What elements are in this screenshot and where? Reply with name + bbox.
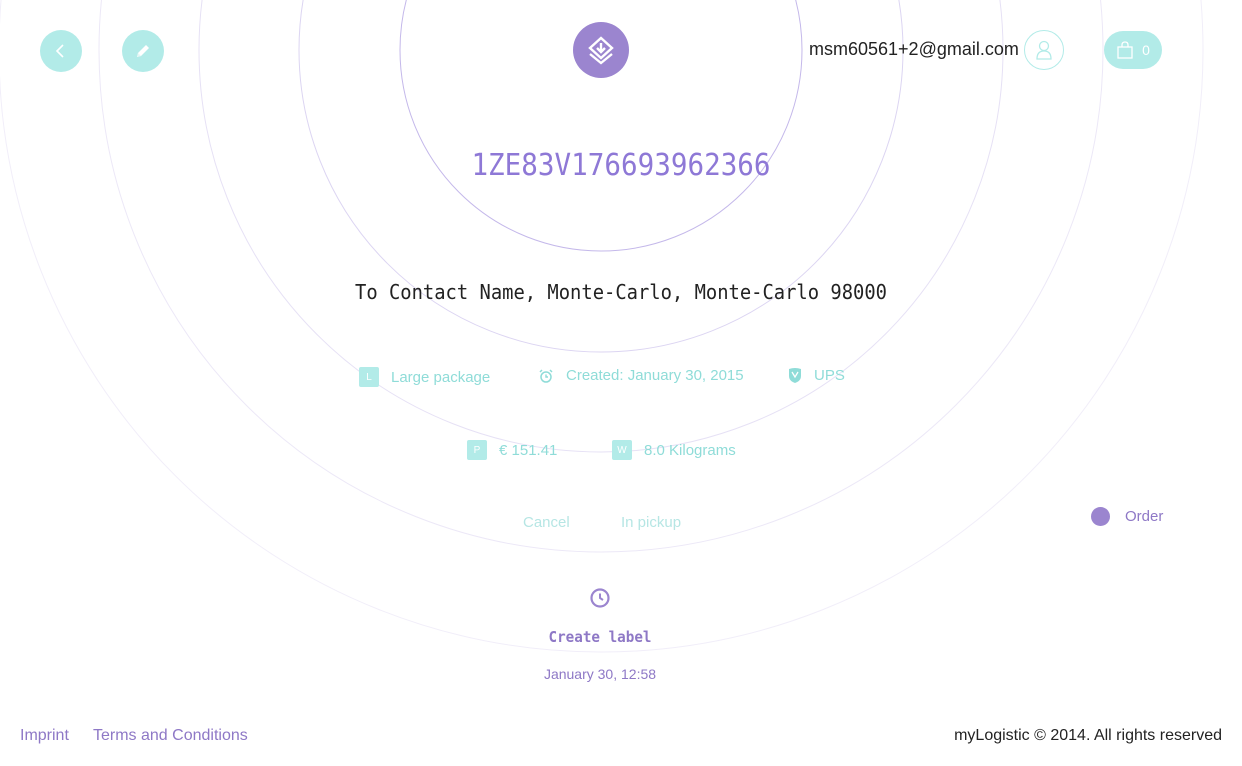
weight-label: 8.0 Kilograms bbox=[644, 441, 736, 459]
cart-count: 0 bbox=[1142, 42, 1150, 58]
shopping-bag-icon bbox=[1117, 41, 1133, 59]
timeline-event-title: Create label bbox=[548, 628, 652, 646]
edit-button[interactable] bbox=[122, 30, 164, 72]
layers-download-icon bbox=[588, 36, 614, 65]
user-email[interactable]: msm60561+2@gmail.com bbox=[809, 39, 1019, 60]
app-logo[interactable] bbox=[573, 22, 629, 78]
price-label: € 151.41 bbox=[499, 441, 558, 459]
alarm-clock-icon bbox=[539, 368, 553, 383]
pencil-icon bbox=[137, 45, 149, 57]
cart-button[interactable]: 0 bbox=[1104, 31, 1162, 69]
in-pickup-button[interactable]: In pickup bbox=[621, 514, 681, 531]
clock-icon bbox=[590, 588, 610, 608]
status-legend: Order bbox=[1091, 507, 1163, 526]
package-type-label: Large package bbox=[391, 368, 491, 386]
carrier-label: UPS bbox=[814, 367, 845, 384]
order-dot-icon bbox=[1091, 507, 1110, 526]
footer-imprint-link[interactable]: Imprint bbox=[20, 727, 69, 745]
tracking-number: 1ZE83V176693962366 bbox=[471, 148, 771, 183]
recipient-address: To Contact Name, Monte-Carlo, Monte-Carl… bbox=[355, 280, 887, 304]
weight-badge: W bbox=[612, 440, 632, 460]
timeline-event-time: January 30, 12:58 bbox=[543, 666, 657, 682]
footer-terms-link[interactable]: Terms and Conditions bbox=[93, 727, 248, 745]
ups-shield-icon bbox=[789, 367, 801, 383]
created-date-label: Created: January 30, 2015 bbox=[566, 367, 744, 384]
chevron-left-icon bbox=[55, 44, 64, 58]
package-type: L Large package bbox=[359, 367, 490, 387]
price: P € 151.41 bbox=[467, 440, 557, 460]
package-type-badge: L bbox=[359, 367, 379, 387]
order-legend-label: Order bbox=[1125, 508, 1164, 525]
page: msm60561+2@gmail.com 0 1ZE83V17669396236… bbox=[0, 0, 1242, 766]
created-date: Created: January 30, 2015 bbox=[538, 367, 744, 384]
weight: W 8.0 Kilograms bbox=[612, 440, 736, 460]
price-badge: P bbox=[467, 440, 487, 460]
user-profile-button[interactable] bbox=[1024, 30, 1064, 70]
back-button[interactable] bbox=[40, 30, 82, 72]
cancel-button[interactable]: Cancel bbox=[523, 514, 570, 531]
user-icon bbox=[1036, 40, 1052, 60]
carrier: UPS bbox=[788, 367, 845, 384]
footer-copyright: myLogistic © 2014. All rights reserved bbox=[954, 727, 1222, 744]
